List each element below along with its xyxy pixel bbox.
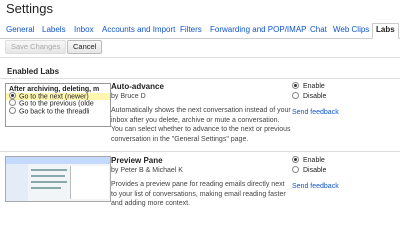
- tab-forwarding-pop-imap[interactable]: Forwarding and POP/IMAP: [210, 25, 306, 34]
- divider: [0, 78, 400, 79]
- lab-description: Automatically shows the next conversatio…: [111, 107, 291, 143]
- lab-title: Preview Pane: [111, 156, 163, 165]
- radio-icon[interactable]: [292, 165, 299, 173]
- preview-option: Go back to the threadli: [6, 106, 110, 115]
- cancel-button[interactable]: Cancel: [67, 40, 103, 54]
- tab-accounts-and-import[interactable]: Accounts and Import: [102, 25, 175, 34]
- tab-general[interactable]: General: [6, 25, 34, 34]
- tab-labels[interactable]: Labels: [42, 25, 66, 34]
- preview-option: Go to the next (newer): [6, 92, 110, 101]
- preview-pane-thumbnail: [5, 156, 111, 202]
- radio-icon: [9, 92, 16, 99]
- divider: [0, 151, 400, 152]
- radio-selected-icon[interactable]: [292, 81, 299, 89]
- lab-title: Auto-advance: [111, 82, 164, 91]
- disable-radio[interactable]: Disable: [292, 165, 326, 175]
- send-feedback-link[interactable]: Send feedback: [292, 109, 339, 116]
- tab-chat[interactable]: Chat: [310, 25, 327, 34]
- save-changes-button[interactable]: Save Changes: [5, 40, 67, 54]
- lab-author: by Peter B & Michael K: [111, 167, 183, 174]
- enable-radio[interactable]: Enable: [292, 155, 325, 165]
- auto-advance-preview: After archiving, deleting, m Go to the n…: [5, 83, 111, 127]
- radio-icon: [9, 99, 16, 107]
- radio-icon[interactable]: [292, 91, 299, 99]
- radio-icon: [9, 106, 16, 114]
- tab-filters[interactable]: Filters: [180, 25, 202, 34]
- radio-selected-icon[interactable]: [292, 155, 299, 163]
- tab-inbox[interactable]: Inbox: [74, 25, 94, 34]
- preview-option: Go to the previous (olde: [6, 99, 110, 108]
- disable-radio[interactable]: Disable: [292, 91, 326, 101]
- tab-labs[interactable]: Labs: [372, 23, 399, 39]
- lab-description: Provides a preview pane for reading emai…: [111, 181, 286, 207]
- send-feedback-link[interactable]: Send feedback: [292, 183, 339, 190]
- divider: [0, 57, 400, 58]
- lab-author: by Bruce D: [111, 93, 146, 100]
- preview-lead-text: After archiving, deleting, m: [9, 86, 100, 93]
- tab-web-clips[interactable]: Web Clips: [333, 25, 369, 34]
- page-title: Settings: [6, 1, 53, 16]
- settings-tabs: General Labels Inbox Accounts and Import…: [0, 23, 400, 39]
- section-title: Enabled Labs: [7, 67, 60, 76]
- enable-radio[interactable]: Enable: [292, 81, 325, 91]
